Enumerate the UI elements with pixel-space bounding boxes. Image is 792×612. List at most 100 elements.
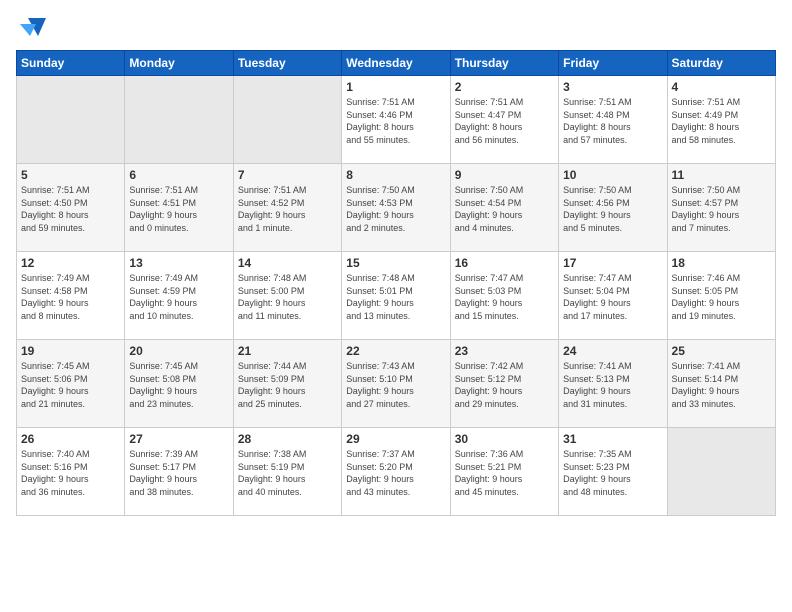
- day-cell: 2Sunrise: 7:51 AM Sunset: 4:47 PM Daylig…: [450, 76, 558, 164]
- day-info: Sunrise: 7:51 AM Sunset: 4:51 PM Dayligh…: [129, 184, 228, 234]
- header-wednesday: Wednesday: [342, 51, 450, 76]
- day-cell: 21 Sunrise: 7:44 AM Sunset: 5:09 PM Dayli…: [233, 340, 341, 428]
- day-info: Sunrise: 7:50 AM Sunset: 4:56 PM Dayligh…: [563, 184, 662, 234]
- week-row-2: 5 Sunrise: 7:51 AM Sunset: 4:50 PM Daylig…: [17, 164, 776, 252]
- header-friday: Friday: [559, 51, 667, 76]
- day-number: 20: [129, 344, 228, 358]
- day-cell: 5 Sunrise: 7:51 AM Sunset: 4:50 PM Daylig…: [17, 164, 125, 252]
- day-number: 25: [672, 344, 771, 358]
- day-number: 14: [238, 256, 337, 270]
- day-cell: [17, 76, 125, 164]
- day-cell: 11 Sunrise: 7:50 AM Sunset: 4:57 PM Dayli…: [667, 164, 775, 252]
- day-info: Sunrise: 7:46 AM Sunset: 5:05 PM Dayligh…: [672, 272, 771, 322]
- day-cell: 4 Sunrise: 7:51 AM Sunset: 4:49 PM Daylig…: [667, 76, 775, 164]
- day-cell: 13Sunrise: 7:49 AM Sunset: 4:59 PM Dayli…: [125, 252, 233, 340]
- logo: [16, 16, 48, 38]
- day-number: 23: [455, 344, 554, 358]
- header-row: SundayMondayTuesdayWednesdayThursdayFrid…: [17, 51, 776, 76]
- day-number: 5: [21, 168, 120, 182]
- day-cell: 29 Sunrise: 7:37 AM Sunset: 5:20 PM Dayli…: [342, 428, 450, 516]
- day-cell: 25 Sunrise: 7:41 AM Sunset: 5:14 PM Dayli…: [667, 340, 775, 428]
- day-number: 1: [346, 80, 445, 94]
- day-cell: 10 Sunrise: 7:50 AM Sunset: 4:56 PM Dayli…: [559, 164, 667, 252]
- day-info: Sunrise: 7:38 AM Sunset: 5:19 PM Dayligh…: [238, 448, 337, 498]
- day-info: Sunrise: 7:36 AM Sunset: 5:21 PM Dayligh…: [455, 448, 554, 498]
- day-number: 6: [129, 168, 228, 182]
- day-info: Sunrise: 7:42 AM Sunset: 5:12 PM Dayligh…: [455, 360, 554, 410]
- day-cell: 7 Sunrise: 7:51 AM Sunset: 4:52 PM Daylig…: [233, 164, 341, 252]
- day-number: 12: [21, 256, 120, 270]
- day-number: 17: [563, 256, 662, 270]
- day-number: 24: [563, 344, 662, 358]
- day-info: Sunrise: 7:40 AM Sunset: 5:16 PM Dayligh…: [21, 448, 120, 498]
- day-number: 28: [238, 432, 337, 446]
- week-row-1: 1 Sunrise: 7:51 AM Sunset: 4:46 PM Daylig…: [17, 76, 776, 164]
- day-info: Sunrise: 7:45 AM Sunset: 5:08 PM Dayligh…: [129, 360, 228, 410]
- header-saturday: Saturday: [667, 51, 775, 76]
- day-cell: 20 Sunrise: 7:45 AM Sunset: 5:08 PM Dayli…: [125, 340, 233, 428]
- day-info: Sunrise: 7:35 AM Sunset: 5:23 PM Dayligh…: [563, 448, 662, 498]
- day-number: 26: [21, 432, 120, 446]
- logo-icon: [18, 16, 48, 38]
- day-number: 31: [563, 432, 662, 446]
- day-number: 18: [672, 256, 771, 270]
- day-info: Sunrise: 7:50 AM Sunset: 4:57 PM Dayligh…: [672, 184, 771, 234]
- day-number: 27: [129, 432, 228, 446]
- day-cell: 1 Sunrise: 7:51 AM Sunset: 4:46 PM Daylig…: [342, 76, 450, 164]
- day-cell: 26 Sunrise: 7:40 AM Sunset: 5:16 PM Dayli…: [17, 428, 125, 516]
- day-info: Sunrise: 7:41 AM Sunset: 5:14 PM Dayligh…: [672, 360, 771, 410]
- day-cell: [125, 76, 233, 164]
- day-info: Sunrise: 7:39 AM Sunset: 5:17 PM Dayligh…: [129, 448, 228, 498]
- week-row-5: 26 Sunrise: 7:40 AM Sunset: 5:16 PM Dayli…: [17, 428, 776, 516]
- day-number: 21: [238, 344, 337, 358]
- day-info: Sunrise: 7:51 AM Sunset: 4:50 PM Dayligh…: [21, 184, 120, 234]
- day-number: 3: [563, 80, 662, 94]
- day-cell: 23 Sunrise: 7:42 AM Sunset: 5:12 PM Dayli…: [450, 340, 558, 428]
- day-cell: 12 Sunrise: 7:49 AM Sunset: 4:58 PM Dayli…: [17, 252, 125, 340]
- day-info: Sunrise: 7:47 AM Sunset: 5:04 PM Dayligh…: [563, 272, 662, 322]
- day-info: Sunrise: 7:37 AM Sunset: 5:20 PM Dayligh…: [346, 448, 445, 498]
- day-number: 10: [563, 168, 662, 182]
- day-cell: 31 Sunrise: 7:35 AM Sunset: 5:23 PM Dayli…: [559, 428, 667, 516]
- day-number: 11: [672, 168, 771, 182]
- day-cell: 8 Sunrise: 7:50 AM Sunset: 4:53 PM Daylig…: [342, 164, 450, 252]
- day-cell: 28 Sunrise: 7:38 AM Sunset: 5:19 PM Dayli…: [233, 428, 341, 516]
- day-info: Sunrise: 7:50 AM Sunset: 4:54 PM Dayligh…: [455, 184, 554, 234]
- day-number: 22: [346, 344, 445, 358]
- day-info: Sunrise: 7:51 AM Sunset: 4:49 PM Dayligh…: [672, 96, 771, 146]
- week-row-4: 19 Sunrise: 7:45 AM Sunset: 5:06 PM Dayli…: [17, 340, 776, 428]
- day-number: 16: [455, 256, 554, 270]
- day-number: 19: [21, 344, 120, 358]
- day-info: Sunrise: 7:45 AM Sunset: 5:06 PM Dayligh…: [21, 360, 120, 410]
- day-cell: 22 Sunrise: 7:43 AM Sunset: 5:10 PM Dayli…: [342, 340, 450, 428]
- day-info: Sunrise: 7:51 AM Sunset: 4:48 PM Dayligh…: [563, 96, 662, 146]
- day-cell: 14Sunrise: 7:48 AM Sunset: 5:00 PM Dayli…: [233, 252, 341, 340]
- day-cell: [667, 428, 775, 516]
- day-number: 2: [455, 80, 554, 94]
- day-cell: 19 Sunrise: 7:45 AM Sunset: 5:06 PM Dayli…: [17, 340, 125, 428]
- day-cell: 18 Sunrise: 7:46 AM Sunset: 5:05 PM Dayli…: [667, 252, 775, 340]
- day-number: 29: [346, 432, 445, 446]
- day-info: Sunrise: 7:49 AM Sunset: 4:58 PM Dayligh…: [21, 272, 120, 322]
- day-cell: 9Sunrise: 7:50 AM Sunset: 4:54 PM Daylig…: [450, 164, 558, 252]
- header-sunday: Sunday: [17, 51, 125, 76]
- day-info: Sunrise: 7:51 AM Sunset: 4:46 PM Dayligh…: [346, 96, 445, 146]
- day-cell: 16 Sunrise: 7:47 AM Sunset: 5:03 PM Dayli…: [450, 252, 558, 340]
- day-info: Sunrise: 7:49 AM Sunset: 4:59 PM Dayligh…: [129, 272, 228, 322]
- day-info: Sunrise: 7:44 AM Sunset: 5:09 PM Dayligh…: [238, 360, 337, 410]
- day-info: Sunrise: 7:50 AM Sunset: 4:53 PM Dayligh…: [346, 184, 445, 234]
- calendar-table: SundayMondayTuesdayWednesdayThursdayFrid…: [16, 50, 776, 516]
- day-number: 4: [672, 80, 771, 94]
- day-number: 15: [346, 256, 445, 270]
- day-number: 8: [346, 168, 445, 182]
- day-cell: 3 Sunrise: 7:51 AM Sunset: 4:48 PM Daylig…: [559, 76, 667, 164]
- page-header: [16, 16, 776, 38]
- day-info: Sunrise: 7:43 AM Sunset: 5:10 PM Dayligh…: [346, 360, 445, 410]
- day-cell: 15Sunrise: 7:48 AM Sunset: 5:01 PM Dayli…: [342, 252, 450, 340]
- day-info: Sunrise: 7:47 AM Sunset: 5:03 PM Dayligh…: [455, 272, 554, 322]
- week-row-3: 12 Sunrise: 7:49 AM Sunset: 4:58 PM Dayli…: [17, 252, 776, 340]
- day-info: Sunrise: 7:51 AM Sunset: 4:52 PM Dayligh…: [238, 184, 337, 234]
- header-thursday: Thursday: [450, 51, 558, 76]
- day-number: 7: [238, 168, 337, 182]
- day-cell: 17 Sunrise: 7:47 AM Sunset: 5:04 PM Dayli…: [559, 252, 667, 340]
